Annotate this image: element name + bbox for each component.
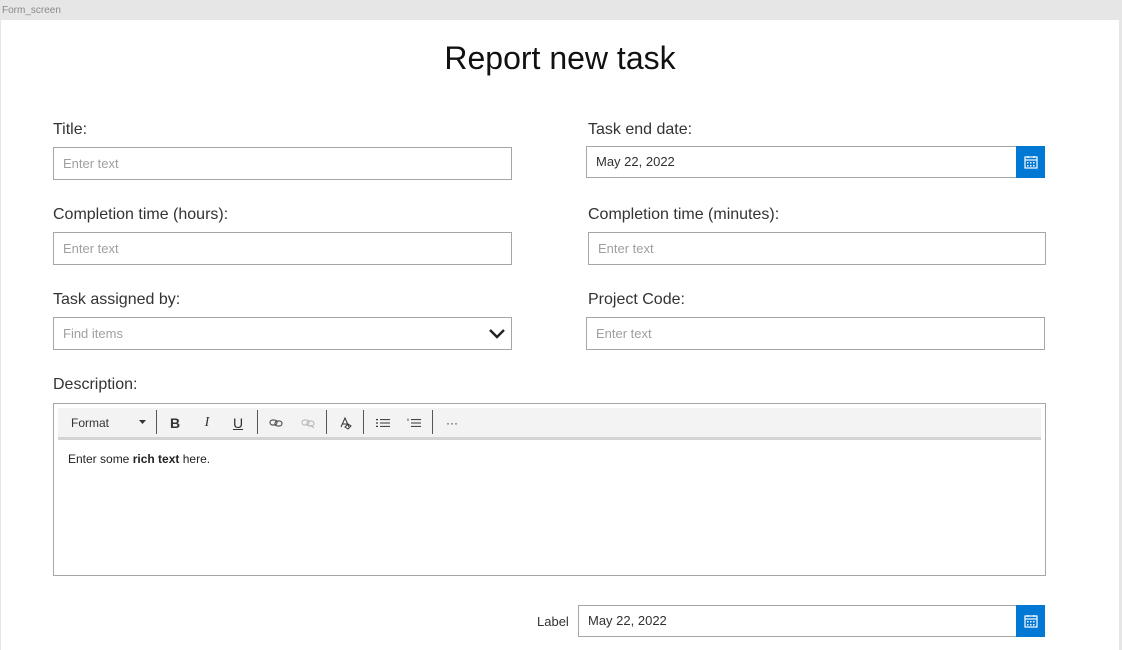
title-label: Title: [53, 121, 88, 138]
task-end-date-value: May 22, 2022 [596, 154, 675, 169]
footer-calendar-button[interactable] [1016, 605, 1045, 637]
project-code-input[interactable]: Enter text [586, 317, 1045, 350]
clear-format-icon [340, 416, 352, 430]
form-canvas: Report new task Title: Enter text Task e… [1, 20, 1119, 650]
completion-minutes-placeholder: Enter text [598, 241, 654, 256]
description-rich-text-editor[interactable]: Format B I U ··· Enter some rich text he… [53, 403, 1046, 576]
project-code-placeholder: Enter text [596, 326, 652, 341]
project-code-label: Project Code: [588, 291, 685, 308]
toolbar-separator [326, 410, 327, 434]
completion-minutes-input[interactable]: Enter text [588, 232, 1046, 265]
task-assigned-by-combobox[interactable]: Find items [53, 317, 512, 350]
format-dropdown-label: Format [71, 415, 110, 430]
format-dropdown[interactable]: Format [62, 408, 152, 437]
footer-label: Label [537, 614, 569, 629]
footer-date-picker[interactable]: May 22, 2022 [578, 605, 1045, 637]
calendar-icon [1023, 615, 1038, 628]
description-label: Description: [53, 376, 138, 393]
bulleted-list-button[interactable] [371, 408, 395, 437]
bold-button[interactable]: B [164, 408, 186, 437]
calendar-icon [1023, 156, 1038, 169]
clear-format-button[interactable] [333, 408, 357, 437]
screen-name: Form_screen [2, 5, 61, 16]
numbered-list-button[interactable] [402, 408, 426, 437]
completion-hours-placeholder: Enter text [63, 241, 119, 256]
link-button[interactable] [264, 408, 288, 437]
title-placeholder: Enter text [63, 156, 119, 171]
completion-hours-label: Completion time (hours): [53, 206, 229, 223]
toolbar-separator [156, 410, 157, 434]
toolbar-separator [432, 410, 433, 434]
description-bold-text: rich text [132, 452, 180, 466]
numbered-list-icon [407, 418, 421, 427]
unlink-button[interactable] [296, 408, 320, 437]
completion-hours-input[interactable]: Enter text [53, 232, 512, 265]
title-input[interactable]: Enter text [53, 147, 512, 180]
rich-text-toolbar: Format B I U ··· [58, 408, 1041, 440]
more-options-button[interactable]: ··· [440, 408, 464, 437]
toolbar-separator [257, 410, 258, 434]
link-icon [269, 419, 283, 426]
task-end-date-calendar-button[interactable] [1016, 146, 1045, 178]
completion-minutes-label: Completion time (minutes): [588, 206, 780, 223]
chevron-down-icon[interactable] [487, 324, 507, 344]
task-assigned-by-label: Task assigned by: [53, 291, 181, 308]
description-text-suffix: here. [179, 452, 211, 466]
task-end-date-label: Task end date: [588, 121, 693, 138]
bulleted-list-icon [376, 418, 390, 427]
description-text: Enter some [68, 452, 133, 466]
description-editor-content[interactable]: Enter some rich text here. [68, 452, 210, 466]
unlink-icon [301, 419, 315, 428]
footer-date-value: May 22, 2022 [588, 613, 667, 628]
toolbar-separator [363, 410, 364, 434]
italic-button[interactable]: I [196, 408, 218, 437]
task-end-date-picker[interactable]: May 22, 2022 [586, 146, 1045, 178]
caret-down-icon [139, 420, 146, 424]
page-title: Report new task [444, 40, 676, 76]
task-assigned-by-placeholder: Find items [63, 326, 123, 341]
underline-button[interactable]: U [227, 408, 249, 437]
